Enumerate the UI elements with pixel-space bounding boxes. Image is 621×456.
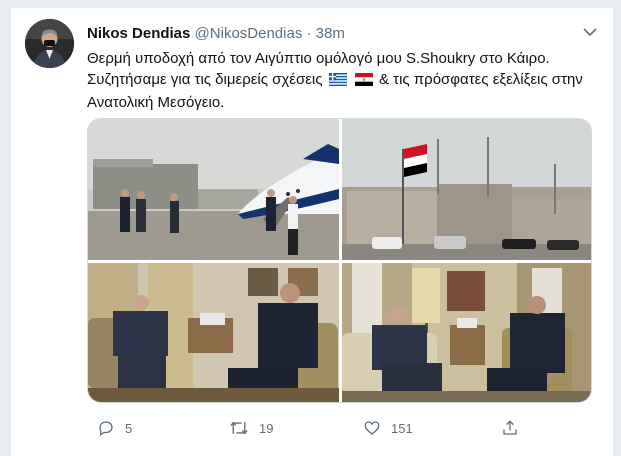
tweet-text-line-2-end: & τις πρόσφατες εξελίξεις στην [378, 71, 583, 88]
reply-button[interactable]: 5 [97, 416, 132, 440]
retweet-button[interactable]: 19 [229, 416, 273, 440]
avatar[interactable] [25, 19, 74, 68]
media-grid [87, 118, 592, 403]
retweet-icon [230, 421, 248, 435]
author-name[interactable]: Nikos Dendias [87, 25, 190, 42]
photo-meeting-left[interactable] [88, 263, 339, 402]
like-count: 151 [391, 420, 413, 436]
share-button[interactable] [501, 416, 529, 440]
tweet-text-line-2-start: Συζητήσαμε για τις διμερείς σχέσεις [87, 71, 323, 88]
tweet-actions: 5 19 151 [87, 416, 592, 440]
tweet-text-line-1: Θερμή υποδοχή από τον Αιγύπτιο ομόλογό μ… [87, 50, 550, 67]
tweet-text: Θερμή υποδοχή από τον Αιγύπτιο ομόλογό μ… [87, 48, 602, 113]
reply-count: 5 [125, 420, 133, 436]
retweet-count: 19 [259, 420, 274, 436]
like-icon [364, 421, 380, 435]
tweet-header: Nikos Dendias @NikosDendias · 38m [87, 25, 345, 42]
author-handle[interactable]: @NikosDendias [195, 25, 303, 42]
separator-dot: · [306, 25, 312, 42]
tweet-text-line-2: Συζητήσαμε για τις διμερείς σχέσεις & τι… [87, 69, 602, 92]
photo-meeting-right[interactable] [342, 263, 591, 402]
chevron-down-icon [583, 28, 597, 37]
like-button[interactable]: 151 [363, 416, 413, 440]
tweet-card[interactable]: Nikos Dendias @NikosDendias · 38m Θερμή … [10, 8, 614, 456]
reply-icon [99, 421, 113, 437]
avatar-image [25, 19, 74, 68]
share-icon [503, 420, 517, 435]
more-options-button[interactable] [581, 24, 599, 40]
tweet-text-line-3: Ανατολική Μεσόγειο. [87, 94, 225, 111]
egypt-flag-icon [354, 71, 373, 92]
greece-flag-icon [328, 71, 347, 92]
photo-ministry-building[interactable] [342, 119, 591, 260]
tweet-timestamp[interactable]: 38m [316, 25, 345, 42]
photo-plane-arrival[interactable] [88, 119, 339, 260]
